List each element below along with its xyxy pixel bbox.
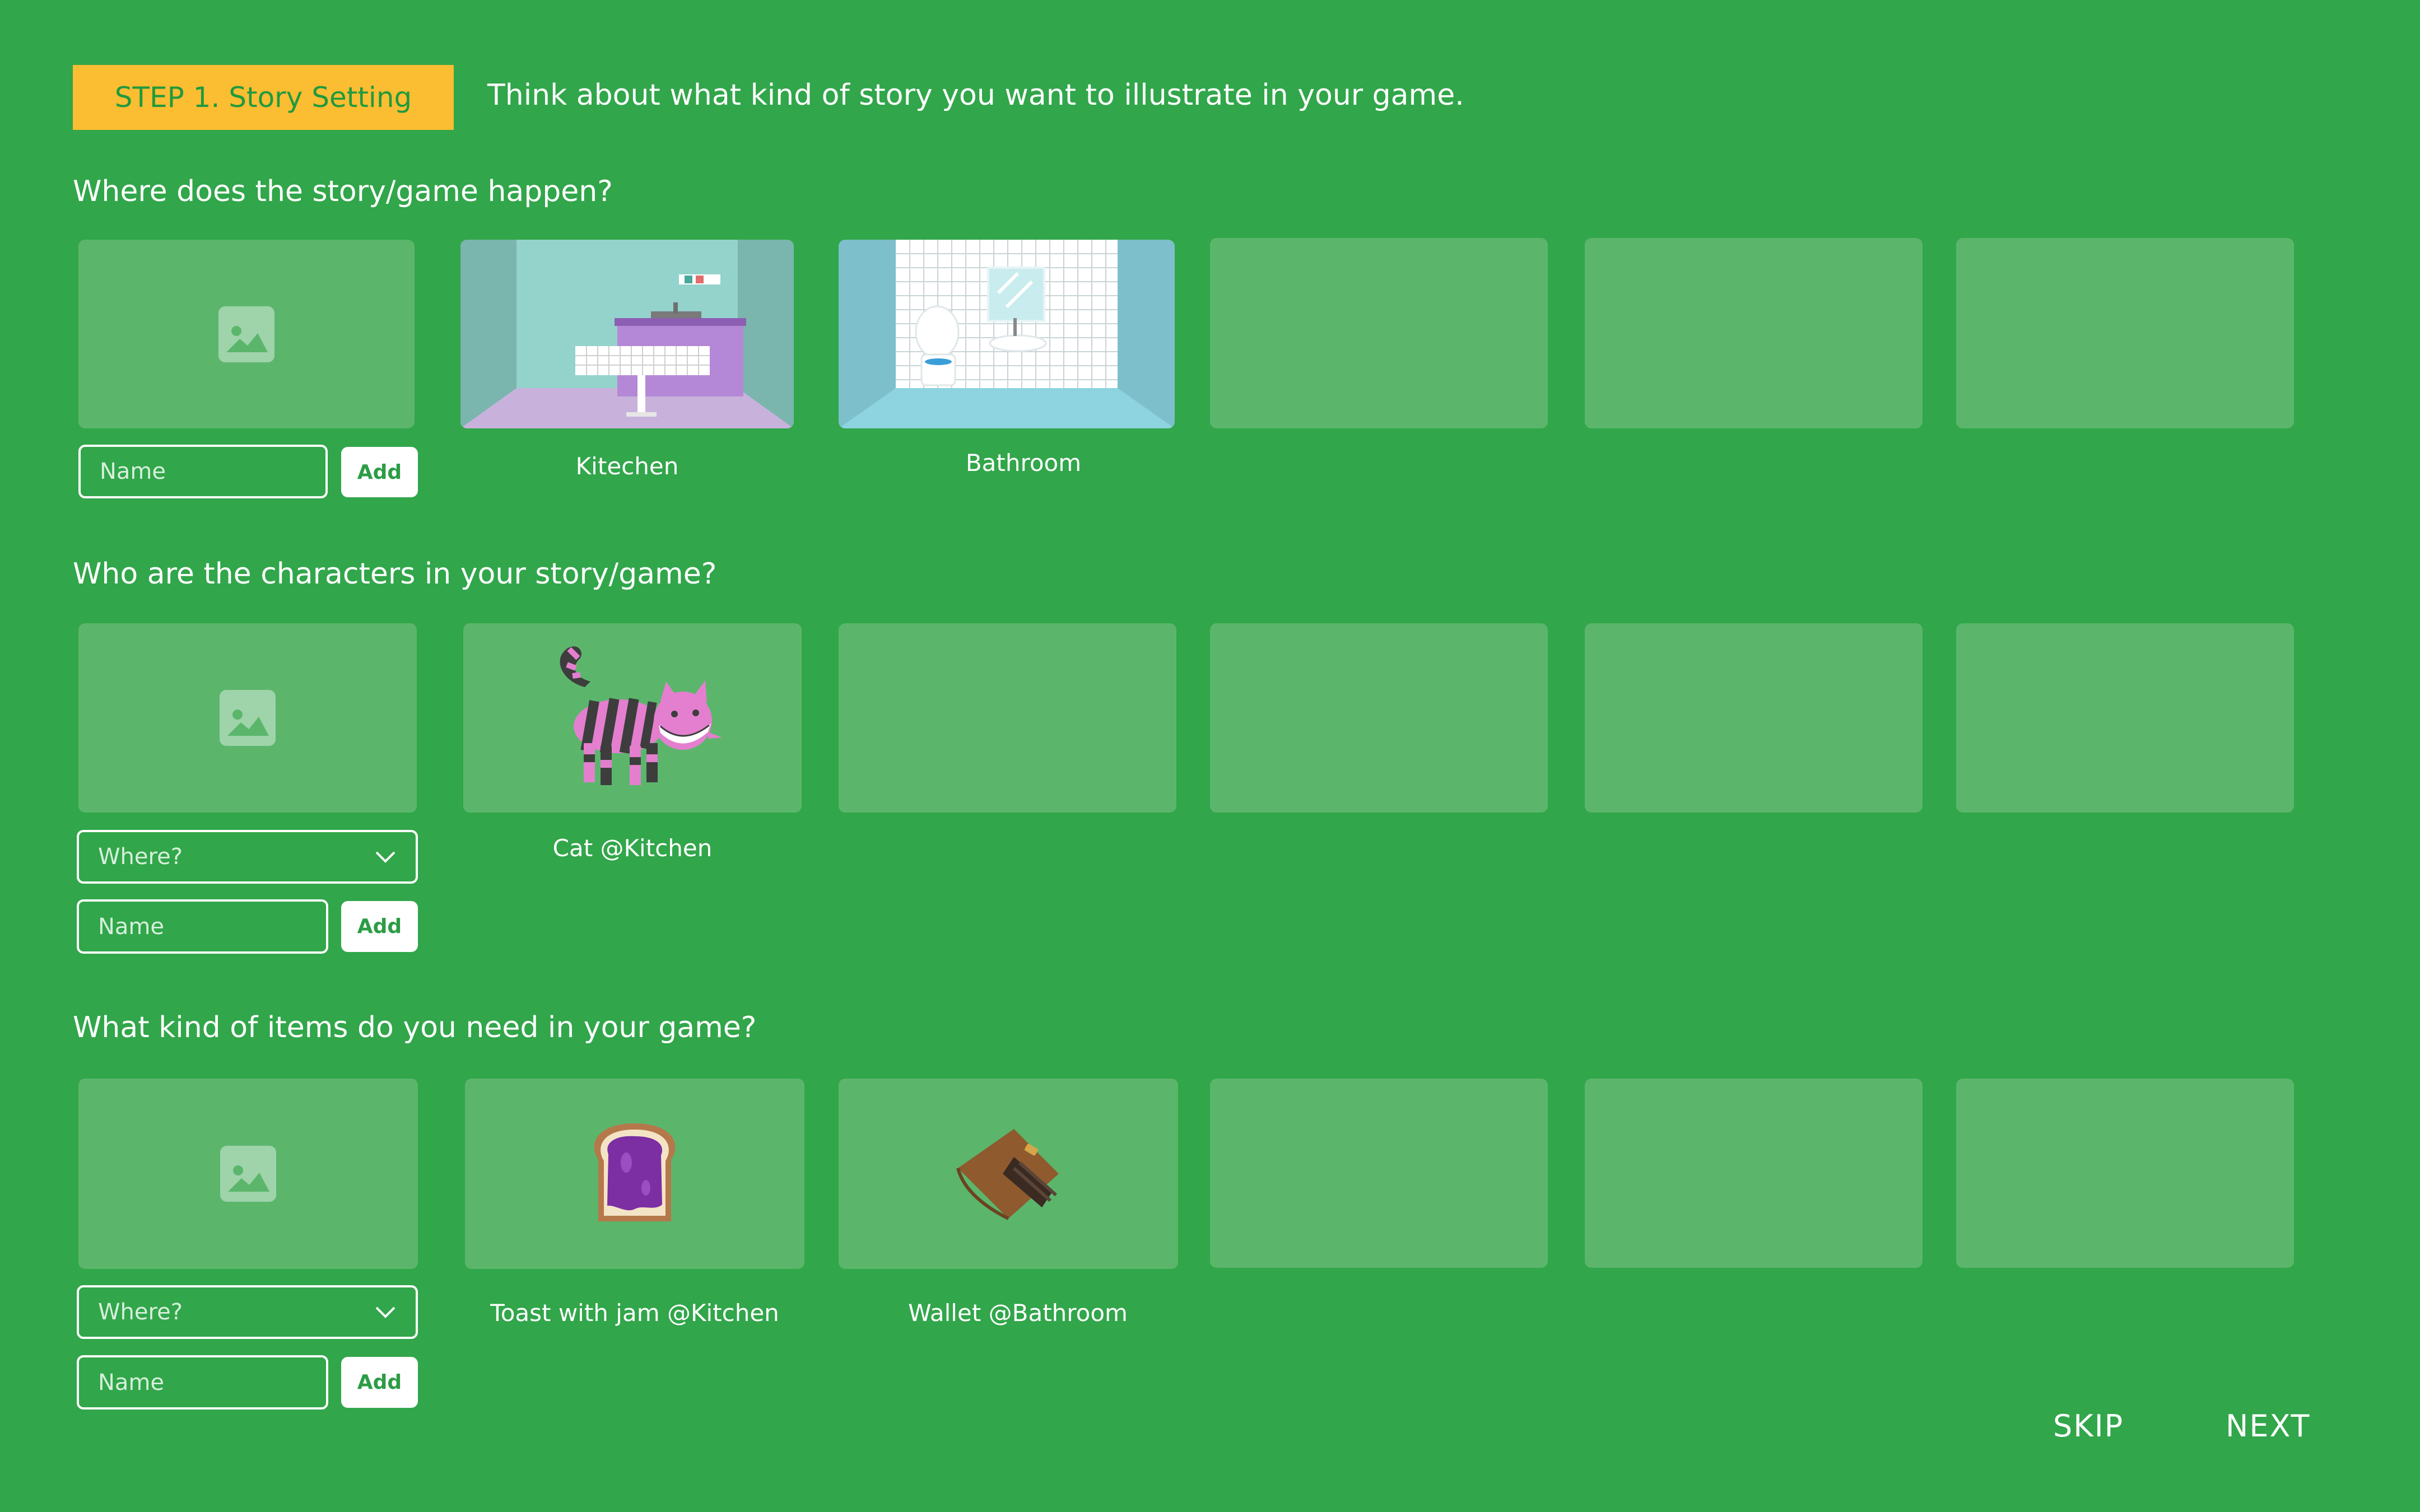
image-upload-icon: [220, 690, 276, 746]
chevron-down-icon: [375, 1306, 395, 1318]
empty-setting-slot[interactable]: [1956, 238, 2294, 428]
character-card-cat[interactable]: [463, 623, 802, 813]
characters-upload-card[interactable]: [78, 623, 417, 813]
characters-add-button[interactable]: Add: [341, 901, 418, 952]
image-upload-icon: [218, 306, 274, 362]
empty-character-slot[interactable]: [839, 623, 1176, 813]
empty-item-slot[interactable]: [1956, 1079, 2294, 1268]
setting-caption: Kitechen: [575, 452, 679, 480]
empty-character-slot[interactable]: [1585, 623, 1923, 813]
item-caption: Wallet @Bathroom: [908, 1299, 1128, 1327]
empty-character-slot[interactable]: [1956, 623, 2294, 813]
characters-where-select[interactable]: Where?: [77, 830, 418, 884]
items-add-button[interactable]: Add: [341, 1357, 418, 1408]
item-card-wallet[interactable]: [839, 1079, 1178, 1269]
item-card-toast[interactable]: [465, 1079, 804, 1269]
image-upload-icon: [220, 1146, 276, 1202]
items-where-select[interactable]: Where?: [77, 1285, 418, 1339]
items-upload-card[interactable]: [78, 1079, 418, 1269]
empty-item-slot[interactable]: [1585, 1079, 1923, 1268]
characters-question: Who are the characters in your story/gam…: [73, 557, 717, 591]
settings-add-button[interactable]: Add: [341, 447, 418, 497]
chevron-down-icon: [375, 851, 395, 863]
characters-name-input[interactable]: Name: [77, 899, 328, 954]
empty-setting-slot[interactable]: [1585, 238, 1923, 428]
step-badge: STEP 1. Story Setting: [73, 65, 454, 130]
empty-setting-slot[interactable]: [1210, 238, 1548, 428]
items-name-input[interactable]: Name: [77, 1355, 328, 1410]
bathroom-scene-image: [839, 240, 1175, 428]
wallet-image: [956, 1129, 1059, 1220]
empty-character-slot[interactable]: [1210, 623, 1548, 813]
striped-cat-image: [560, 646, 722, 785]
toast-with-jam-image: [594, 1123, 676, 1221]
setting-card-kitchen[interactable]: [460, 240, 794, 428]
item-caption: Toast with jam @Kitchen: [490, 1299, 779, 1327]
items-question: What kind of items do you need in your g…: [73, 1011, 757, 1044]
empty-item-slot[interactable]: [1210, 1079, 1548, 1268]
settings-question: Where does the story/game happen?: [73, 175, 613, 208]
items-where-value: Where?: [98, 1299, 183, 1325]
next-button[interactable]: NEXT: [2226, 1408, 2311, 1444]
characters-where-value: Where?: [98, 844, 183, 870]
character-caption: Cat @Kitchen: [552, 834, 713, 862]
setting-caption: Bathroom: [965, 449, 1082, 477]
kitchen-scene-image: [460, 240, 794, 428]
skip-button[interactable]: SKIP: [2053, 1408, 2124, 1444]
settings-name-input[interactable]: Name: [78, 445, 328, 498]
step-description: Think about what kind of story you want …: [487, 78, 1464, 112]
setting-card-bathroom[interactable]: [839, 240, 1175, 428]
settings-upload-card[interactable]: [78, 240, 415, 428]
